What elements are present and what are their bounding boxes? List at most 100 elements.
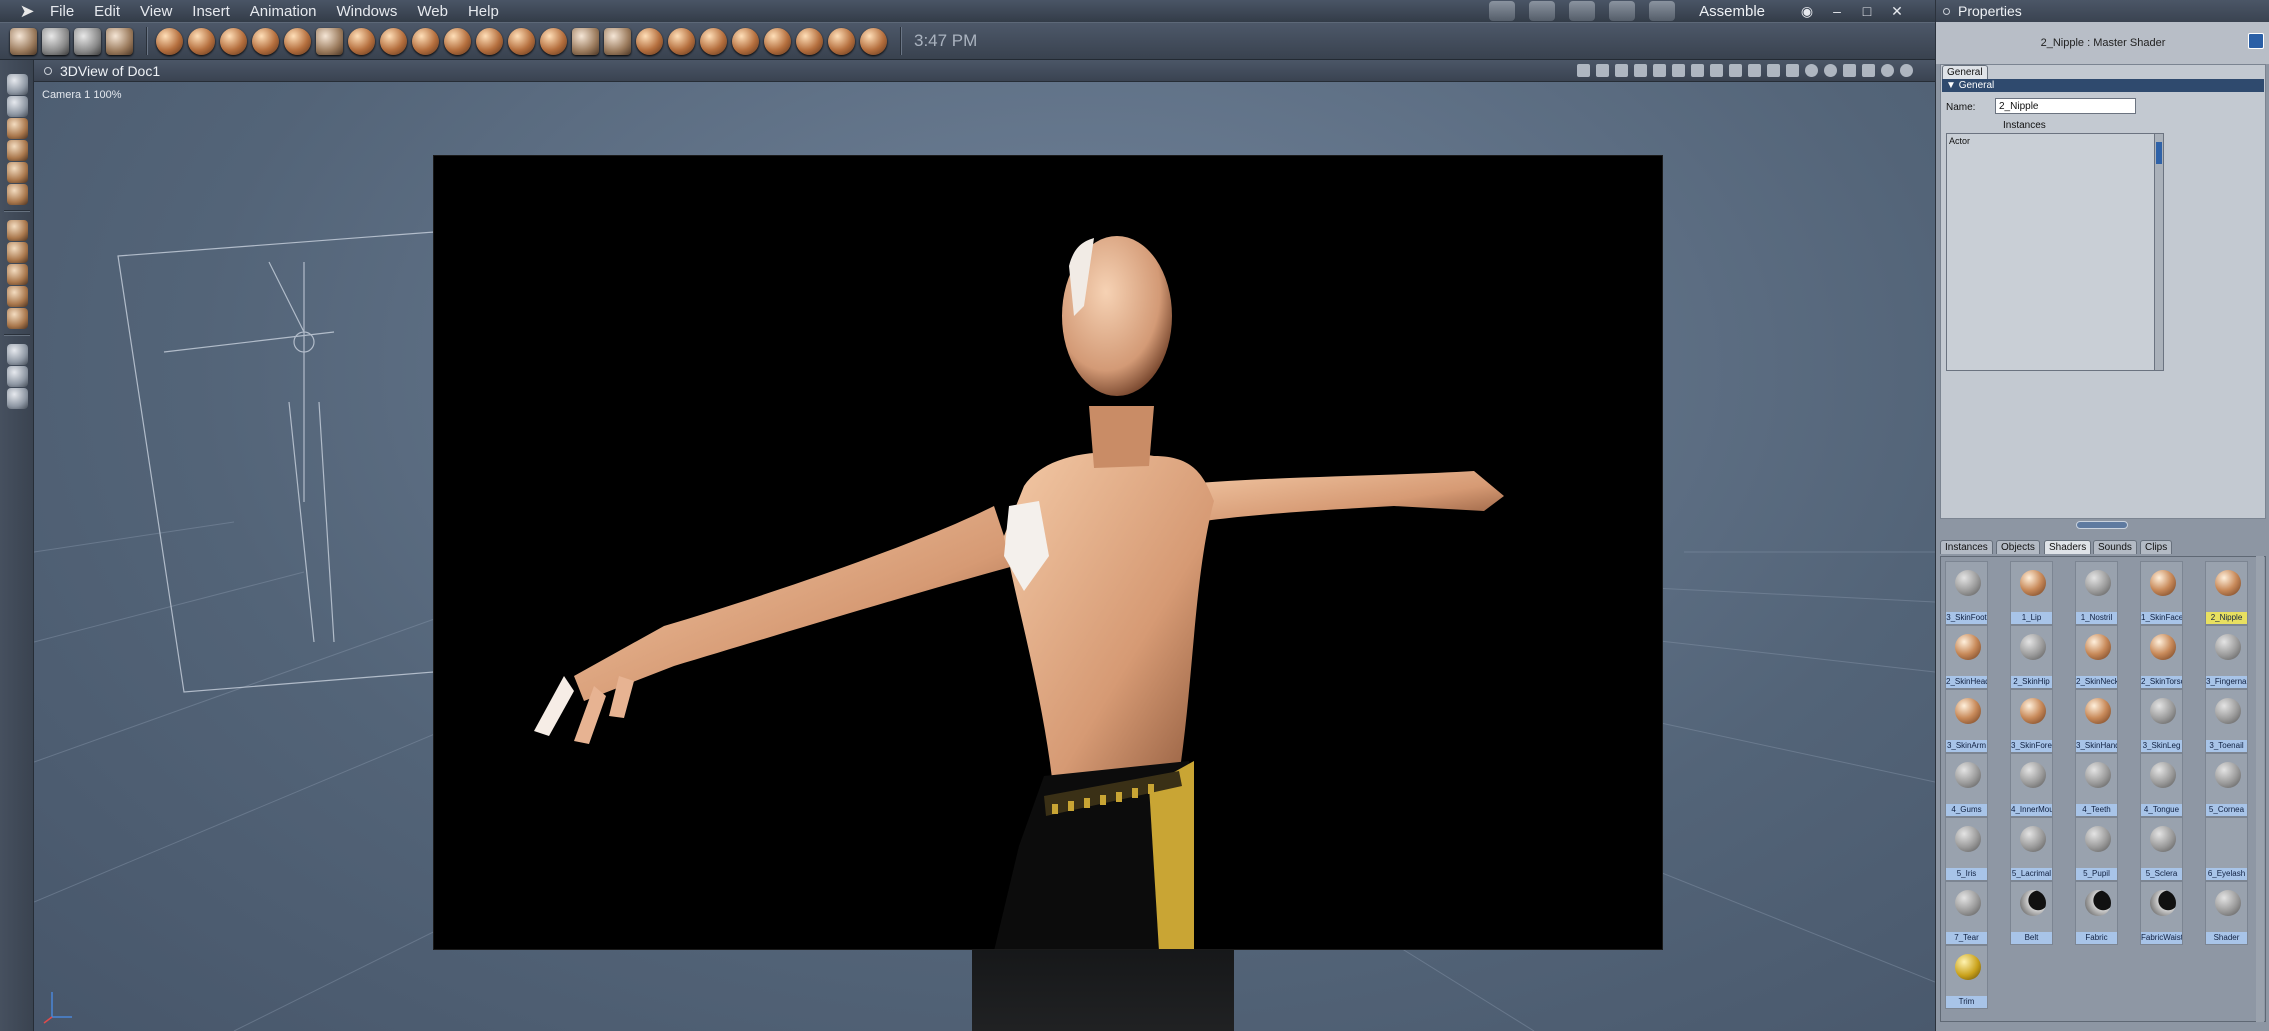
name-field[interactable] <box>1995 98 2136 114</box>
select-arrow-icon[interactable] <box>7 74 28 95</box>
shader-tile[interactable]: 5_Pupil <box>2075 817 2118 881</box>
menu-animation[interactable]: Animation <box>240 3 327 20</box>
shader-tile[interactable]: 4_Tongue <box>2140 753 2183 817</box>
dome-primitive-icon[interactable] <box>668 27 695 55</box>
close-icon[interactable]: ✕ <box>1889 3 1905 20</box>
view-option-icon[interactable] <box>1577 64 1590 77</box>
shader-tile[interactable]: 2_SkinHead <box>1945 625 1988 689</box>
shading-mode-icon[interactable] <box>1748 64 1761 77</box>
orbit-icon[interactable] <box>7 286 28 307</box>
instances-scrollbar[interactable] <box>2154 133 2164 371</box>
panel-splitter-handle[interactable] <box>2076 521 2128 529</box>
shader-tile[interactable]: 4_Gums <box>1945 753 1988 817</box>
shader-tile[interactable]: Trim <box>1945 945 1988 1009</box>
room-hand-icon[interactable] <box>1489 1 1516 21</box>
layout-grid-icon[interactable] <box>1710 64 1723 77</box>
smooth-shaded-icon[interactable] <box>1881 64 1894 77</box>
house-primitive-icon[interactable] <box>604 27 631 55</box>
zoom-magnifier-icon[interactable] <box>7 388 28 409</box>
magnet-primitive-icon[interactable] <box>732 27 759 55</box>
particle-primitive-icon[interactable] <box>508 27 535 55</box>
shader-tile[interactable]: 2_SkinTorso <box>2140 625 2183 689</box>
shader-tile[interactable]: 3_SkinArm <box>1945 689 1988 753</box>
shader-tile[interactable]: FabricWaist <box>2140 881 2183 945</box>
shader-tile[interactable]: 3_SkinFoot <box>1945 561 1988 625</box>
hand-primitive-icon[interactable] <box>476 27 503 55</box>
instances-list[interactable]: Actor <box>1946 133 2162 371</box>
pin-icon[interactable] <box>2248 33 2264 49</box>
menu-web[interactable]: Web <box>407 3 458 20</box>
torus-primitive-icon[interactable] <box>284 27 311 55</box>
shader-tile[interactable]: 5_Cornea <box>2205 753 2248 817</box>
menu-windows[interactable]: Windows <box>327 3 408 20</box>
agi-primitive-icon[interactable] <box>572 27 599 55</box>
menu-file[interactable]: File <box>40 3 84 20</box>
edit-tool-icon[interactable] <box>10 27 37 55</box>
wrench-primitive-icon[interactable] <box>860 27 887 55</box>
room-brush-icon[interactable] <box>1569 1 1596 21</box>
shader-tile[interactable]: 5_Iris <box>1945 817 1988 881</box>
cylinder-primitive-icon[interactable] <box>636 27 663 55</box>
book-icon[interactable] <box>7 308 28 329</box>
shader-tile[interactable]: 4_InnerMouth <box>2010 753 2053 817</box>
display-mode-icon[interactable] <box>1843 64 1856 77</box>
shader-tile[interactable]: 2_SkinHip <box>2010 625 2053 689</box>
room-tools-icon[interactable] <box>1649 1 1676 21</box>
shader-tile[interactable]: 4_Teeth <box>2075 753 2118 817</box>
shader-tile[interactable]: 6_Eyelash <box>2205 817 2248 881</box>
shader-tile[interactable]: 3_SkinLeg <box>2140 689 2183 753</box>
minimize-icon[interactable]: – <box>1829 3 1845 19</box>
shader-tile[interactable]: Belt <box>2010 881 2053 945</box>
terrain-primitive-icon[interactable] <box>540 27 567 55</box>
sphere-primitive-icon[interactable] <box>156 27 183 55</box>
3d-viewport[interactable]: Camera 1 100% <box>34 82 1935 1031</box>
egg-primitive-icon[interactable] <box>700 27 727 55</box>
translate-y-icon[interactable] <box>7 242 28 263</box>
cloth-primitive-icon[interactable] <box>444 27 471 55</box>
wand-tool-icon[interactable] <box>74 27 101 55</box>
translate-x-icon[interactable] <box>7 220 28 241</box>
app-logo-icon[interactable]: ➤ <box>14 0 40 22</box>
rotate-icon[interactable] <box>7 118 28 139</box>
display-mode-icon[interactable] <box>1805 64 1818 77</box>
shader-tile[interactable]: 7_Tear <box>1945 881 1988 945</box>
bone-primitive-icon[interactable] <box>252 27 279 55</box>
tab-objects[interactable]: Objects <box>1996 540 2040 554</box>
move-arrow-icon[interactable] <box>7 96 28 117</box>
pose-tool-icon[interactable] <box>106 27 133 55</box>
maximize-icon[interactable]: □ <box>1859 3 1875 19</box>
light-primitive-icon[interactable] <box>412 27 439 55</box>
shader-tile[interactable]: 3_SkinForearm <box>2010 689 2053 753</box>
plane-primitive-icon[interactable] <box>380 27 407 55</box>
room-pen-icon[interactable] <box>1609 1 1636 21</box>
menu-edit[interactable]: Edit <box>84 3 130 20</box>
scroll-thumb[interactable] <box>2156 142 2162 164</box>
list-item[interactable]: Actor <box>1949 136 1970 146</box>
text-primitive-icon[interactable] <box>316 27 343 55</box>
panel-menu-icon[interactable] <box>1943 7 1950 15</box>
library-scrollbar[interactable] <box>2256 556 2264 1022</box>
display-mode-icon[interactable] <box>1862 64 1875 77</box>
shading-mode-icon[interactable] <box>1767 64 1780 77</box>
tab-shaders[interactable]: Shaders <box>2044 540 2092 554</box>
shader-tile[interactable]: 3_Fingernail <box>2205 625 2248 689</box>
figure-primitive-icon[interactable] <box>188 27 215 55</box>
room-name[interactable]: Assemble <box>1699 3 1765 20</box>
texture-shaded-icon[interactable] <box>1900 64 1913 77</box>
group-primitive-icon[interactable] <box>796 27 823 55</box>
layout-quad-icon[interactable] <box>1691 64 1704 77</box>
pen-icon[interactable] <box>7 162 28 183</box>
translate-z-icon[interactable] <box>7 264 28 285</box>
tab-sounds[interactable]: Sounds <box>2093 540 2137 554</box>
hand-tool-icon[interactable] <box>42 27 69 55</box>
room-pose-icon[interactable] <box>1529 1 1556 21</box>
camera-icon[interactable] <box>7 344 28 365</box>
shader-tile[interactable]: 1_Nostril <box>2075 561 2118 625</box>
shader-tile[interactable]: Shader <box>2205 881 2248 945</box>
layout-wide-icon[interactable] <box>1729 64 1742 77</box>
paint-icon[interactable] <box>7 184 28 205</box>
view-option-icon[interactable] <box>1634 64 1647 77</box>
twist-icon[interactable] <box>7 140 28 161</box>
tab-general[interactable]: General <box>1942 65 1988 79</box>
view-option-icon[interactable] <box>1596 64 1609 77</box>
